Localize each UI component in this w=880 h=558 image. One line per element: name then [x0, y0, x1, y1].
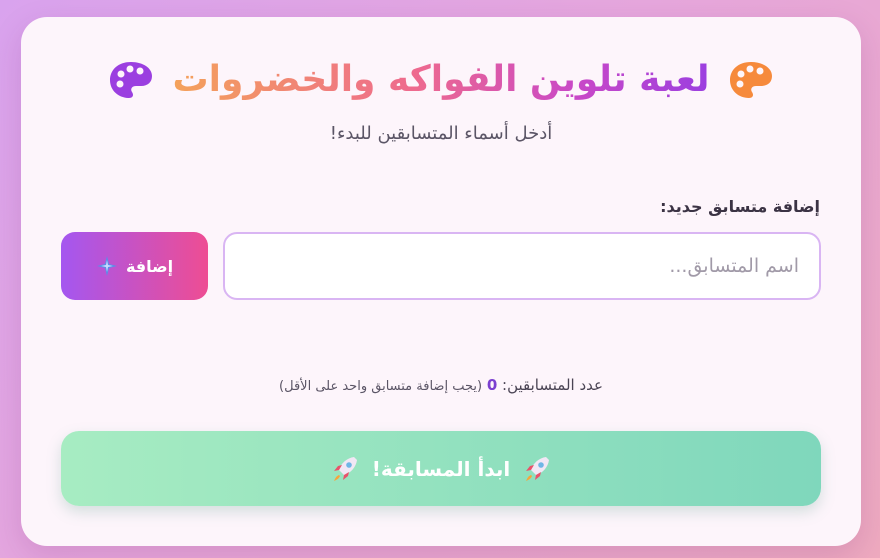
palette-icon	[110, 61, 153, 98]
sparkle-plus-icon	[96, 256, 117, 276]
page-title: لعبة تلوين الفواكه والخضروات	[172, 59, 710, 100]
add-contestant-label: إضافة متسابق جديد:	[660, 197, 820, 216]
add-button-label: إضافة	[125, 256, 174, 276]
start-button-label: ابدأ المسابقة!	[371, 456, 511, 481]
count-note: (يجب إضافة متسابق واحد على الأقل)	[279, 379, 483, 394]
rocket-icon	[333, 456, 357, 481]
contestant-count: عدد المتسابقين: 0 (يجب إضافة متسابق واحد…	[21, 376, 861, 394]
add-contestant-button[interactable]: إضافة	[61, 232, 208, 300]
contestant-name-input[interactable]	[223, 232, 821, 300]
start-competition-button[interactable]: ابدأ المسابقة!	[61, 431, 821, 506]
header: لعبة تلوين الفواكه والخضروات	[21, 59, 861, 100]
count-label: عدد المتسابقين:	[502, 376, 603, 394]
page-subtitle: أدخل أسماء المتسابقين للبدء!	[329, 123, 553, 144]
count-value: 0	[486, 376, 498, 394]
rocket-icon	[526, 456, 550, 481]
palette-icon	[729, 61, 772, 98]
main-card: لعبة تلوين الفواكه والخضروات أدخل أسماء …	[21, 17, 861, 546]
